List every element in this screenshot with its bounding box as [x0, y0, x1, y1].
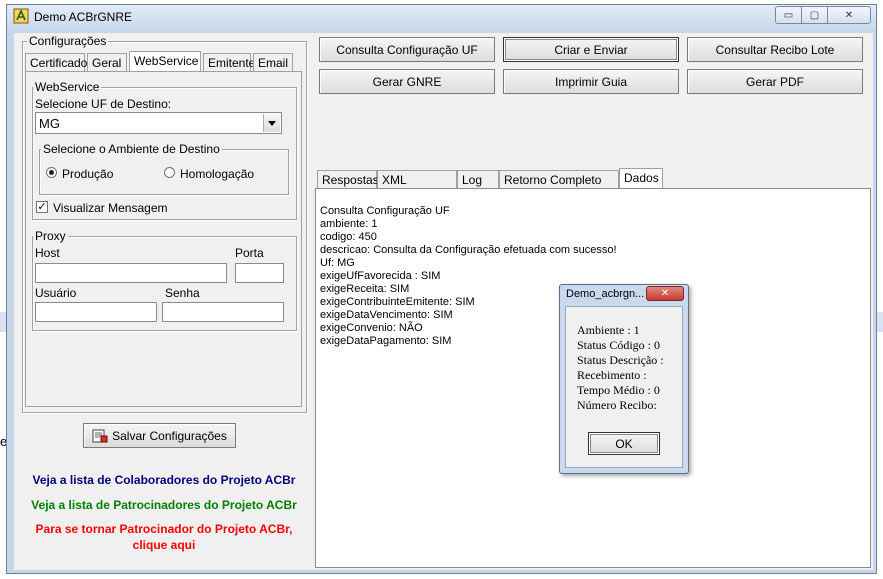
tab-xml-resposta[interactable]: XML Resposta: [377, 170, 457, 205]
webservice-group-label: WebService: [33, 80, 102, 94]
dialog-body: Ambiente : 1 Status Código : 0 Status De…: [565, 306, 683, 468]
link-patrocinador-line2[interactable]: clique aqui: [24, 538, 304, 552]
chevron-down-icon: [268, 120, 276, 126]
memo-line: ambiente: 1: [320, 218, 378, 230]
memo-line: descricao: Consulta da Configuração efet…: [320, 244, 617, 256]
dialog-line-recebimento: Recebimento :: [577, 368, 647, 382]
tab-log[interactable]: Log: [457, 170, 499, 188]
dialog-line-tempo-medio: Tempo Médio : 0: [577, 383, 660, 397]
senha-input[interactable]: [162, 302, 284, 322]
visualizar-label: Visualizar Mensagem: [53, 201, 168, 215]
porta-input[interactable]: [235, 263, 284, 283]
minimize-icon: ▭: [783, 9, 794, 21]
uf-value: MG: [39, 116, 60, 131]
message-dialog: Demo_acbrgn... ✕ Ambiente : 1 Status Cód…: [559, 284, 689, 474]
dialog-title: Demo_acbrgn...: [566, 288, 645, 300]
radio-homologacao[interactable]: [164, 167, 175, 178]
window-title: Demo ACBrGNRE: [34, 10, 133, 24]
dialog-line-status-codigo: Status Código : 0: [577, 338, 661, 352]
save-icon: [92, 429, 108, 442]
usuario-input[interactable]: [35, 302, 157, 322]
radio-producao[interactable]: [46, 167, 57, 178]
link-patrocinadores[interactable]: Veja a lista de Patrocinadores do Projet…: [24, 498, 304, 512]
memo-line: codigo: 450: [320, 231, 377, 243]
minimize-button[interactable]: ▭: [775, 6, 802, 24]
dialog-line-status-descricao: Status Descrição :: [577, 353, 664, 367]
host-input[interactable]: [35, 263, 227, 283]
main-window: Demo ACBrGNRE ▭ ▢ ✕ Configurações Certif…: [6, 4, 877, 574]
maximize-icon: ▢: [809, 9, 820, 21]
memo-line: exigeUfFavorecida : SIM: [320, 270, 441, 282]
uf-label: Selecione UF de Destino:: [35, 97, 172, 111]
proxy-group-label: Proxy: [33, 229, 68, 243]
porta-label: Porta: [235, 246, 264, 260]
dialog-close-button[interactable]: ✕: [646, 286, 684, 301]
uf-select[interactable]: MG: [35, 112, 282, 134]
radio-producao-label: Produção: [62, 167, 114, 181]
consulta-config-uf-button[interactable]: Consulta Configuração UF: [319, 37, 495, 62]
maximize-button[interactable]: ▢: [801, 6, 828, 24]
gerar-pdf-button[interactable]: Gerar PDF: [687, 69, 863, 94]
salvar-configuracoes-button[interactable]: Salvar Configurações: [83, 423, 236, 448]
imprimir-guia-button[interactable]: Imprimir Guia: [503, 69, 679, 94]
title-bar[interactable]: Demo ACBrGNRE ▭ ▢ ✕: [7, 5, 876, 29]
dropdown-button[interactable]: [263, 114, 280, 132]
memo-line: Uf: MG: [320, 257, 355, 269]
host-label: Host: [35, 246, 60, 260]
tab-webservice[interactable]: WebService: [129, 51, 201, 71]
senha-label: Senha: [165, 286, 200, 300]
consultar-recibo-lote-button[interactable]: Consultar Recibo Lote: [687, 37, 863, 62]
config-group-label: Configurações: [27, 34, 109, 48]
close-icon: ✕: [660, 288, 670, 299]
client-area: Configurações Certificado Geral WebServi…: [14, 33, 873, 570]
checkmark-icon: ✓: [37, 201, 47, 213]
usuario-label: Usuário: [35, 286, 77, 300]
tab-geral[interactable]: Geral: [87, 53, 127, 71]
link-patrocinador-line1[interactable]: Para se tornar Patrocinador do Projeto A…: [24, 522, 304, 536]
link-colaboradores[interactable]: Veja a lista de Colaboradores do Projeto…: [24, 473, 304, 487]
app-icon: [13, 8, 29, 24]
gerar-gnre-button[interactable]: Gerar GNRE: [319, 69, 495, 94]
tab-retorno-completo-ws[interactable]: Retorno Completo WS: [499, 170, 619, 205]
tab-respostas[interactable]: Respostas: [317, 170, 379, 188]
dialog-line-ambiente: Ambiente : 1: [577, 323, 640, 337]
salvar-configuracoes-label: Salvar Configurações: [112, 428, 227, 443]
close-button[interactable]: ✕: [827, 6, 871, 24]
ambiente-group-label: Selecione o Ambiente de Destino: [41, 142, 222, 156]
ok-button[interactable]: OK: [588, 432, 660, 455]
tab-dados[interactable]: Dados: [619, 168, 663, 189]
tab-certificado[interactable]: Certificado: [25, 53, 87, 71]
tab-email[interactable]: Email: [253, 53, 293, 71]
tab-emitente[interactable]: Emitente: [203, 53, 255, 71]
dialog-line-numero-recibo: Número Recibo:: [577, 398, 657, 412]
criar-enviar-button[interactable]: Criar e Enviar: [503, 37, 679, 62]
memo-line: Consulta Configuração UF: [320, 205, 450, 217]
radio-homologacao-label: Homologação: [180, 167, 255, 181]
close-icon: ✕: [844, 9, 854, 21]
visualizar-checkbox[interactable]: ✓: [36, 201, 48, 213]
